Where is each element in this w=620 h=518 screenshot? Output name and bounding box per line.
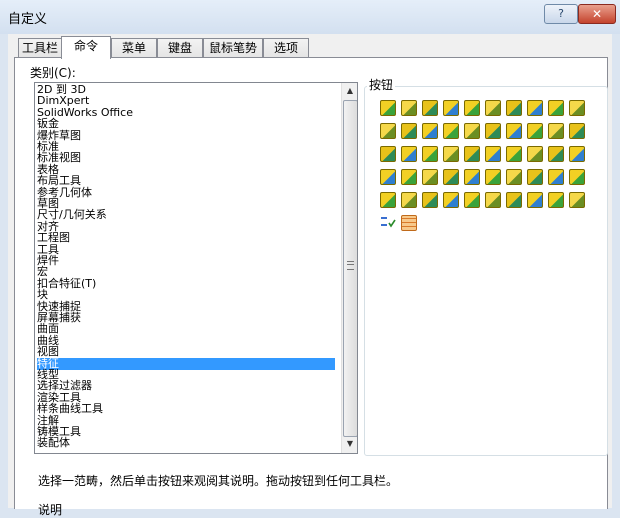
replace-face-icon[interactable] [527,192,543,208]
radiate-icon[interactable] [443,192,459,208]
table-driven-pattern-icon[interactable] [422,169,438,185]
move-copy-icon[interactable] [506,192,522,208]
lofted-cut-icon[interactable] [569,100,585,116]
category-item[interactable]: 工具 [37,243,335,256]
help-button[interactable]: ? [544,4,578,24]
category-item[interactable]: 注解 [37,414,335,427]
indent-icon[interactable] [422,146,438,162]
close-button[interactable]: ✕ [578,4,616,24]
category-item[interactable]: 工程图 [37,232,335,244]
freeform-icon[interactable] [548,123,564,139]
lofted-boss-icon[interactable] [443,100,459,116]
3d-grid-icon[interactable] [401,215,417,231]
category-item[interactable]: 对齐 [37,220,335,233]
chamfer-icon[interactable] [485,169,501,185]
wrap-icon[interactable] [506,123,522,139]
intersect-icon[interactable] [380,146,396,162]
reference-point-icon[interactable] [569,192,585,208]
curve-driven-pattern-icon[interactable] [380,169,396,185]
tab-keyboard[interactable]: 键盘 [157,38,203,58]
offset-icon[interactable] [422,192,438,208]
linear-pattern-icon[interactable] [422,123,438,139]
description-label: 说明 [38,503,63,517]
category-item[interactable]: 爆炸草图 [37,129,335,142]
tab-mouse-gestures[interactable]: 鼠标笔势 [203,38,263,58]
hint-text: 选择一范畴，然后单击按钮来观阅其说明。拖动按钮到任何工具栏。 [38,474,399,488]
flex-icon[interactable] [569,123,585,139]
sketch-driven-pattern-icon[interactable] [401,169,417,185]
swept-cut-icon[interactable] [548,100,564,116]
revolved-boss-icon[interactable] [401,100,417,116]
mirror-icon[interactable] [485,146,501,162]
split-icon[interactable] [485,192,501,208]
category-item[interactable]: 曲线 [37,334,335,347]
move-face-icon[interactable] [569,146,585,162]
split-line-icon[interactable] [506,146,522,162]
category-item[interactable]: 曲面 [37,323,335,335]
combine-bodies-icon[interactable] [464,192,480,208]
fillet-icon[interactable] [401,123,417,139]
delete-body-icon[interactable] [527,169,543,185]
category-listbox[interactable]: 2D 到 3D DimXpert SolidWorks Office 钣金 爆炸草图 标准… [34,82,358,454]
dome-icon[interactable] [527,123,543,139]
category-item[interactable]: 表格 [37,163,335,176]
deform-icon[interactable] [401,146,417,162]
category-scrollbar[interactable]: ▲ ▼ [341,83,357,453]
surface-pattern-icon[interactable] [380,192,396,208]
category-item[interactable]: 参考几何体 [37,186,335,199]
category-item[interactable]: 标准视图 [37,152,335,164]
boundary-cut-icon[interactable] [380,123,396,139]
scroll-down-icon[interactable]: ▼ [342,436,357,452]
rib-icon[interactable] [443,123,459,139]
draft-icon[interactable] [464,123,480,139]
hole-wizard-icon[interactable] [506,100,522,116]
combine-icon[interactable] [548,146,564,162]
category-item[interactable]: 视图 [37,346,335,358]
window-title: 自定义 [8,12,48,27]
circular-pattern-icon[interactable] [527,146,543,162]
category-item[interactable]: 扣合特征(T) [37,277,335,290]
tab-toolbars[interactable]: 工具栏 [18,38,62,58]
scroll-up-icon[interactable]: ▲ [342,83,357,99]
boundary-boss-icon[interactable] [464,100,480,116]
fill-pattern-icon[interactable] [443,169,459,185]
equations-icon[interactable] [380,215,396,231]
category-item[interactable]: 装配体 [37,437,335,449]
category-item[interactable]: 铸模工具 [37,426,335,438]
curve-through-points-icon[interactable] [569,169,585,185]
cosmetic-thread-icon[interactable] [548,169,564,185]
scroll-thumb[interactable] [343,100,357,437]
category-item[interactable]: 尺寸/几何关系 [37,209,335,221]
category-item[interactable]: 快速捕捉 [37,300,335,313]
shell-icon[interactable] [485,123,501,139]
tab-menus[interactable]: 菜单 [111,38,157,58]
title-bar: 自定义 ? ✕ [0,0,620,34]
extruded-boss-icon[interactable] [380,100,396,116]
category-item[interactable]: 块 [37,289,335,301]
category-item[interactable]: 钣金 [37,118,335,130]
knit-icon[interactable] [401,192,417,208]
category-item[interactable]: 标准 [37,141,335,153]
category-item[interactable]: 焊件 [37,255,335,267]
thicken-icon[interactable] [443,146,459,162]
intersection-curve-icon[interactable] [548,192,564,208]
variable-pattern-icon[interactable] [464,169,480,185]
buttons-group [364,86,608,456]
category-item[interactable]: SolidWorks Office [37,106,335,119]
tab-commands[interactable]: 命令 [61,36,111,59]
dialog-body: 工具栏 命令 菜单 键盘 鼠标笔势 选项 类别(C): 2D 到 3D DimXp… [8,34,612,517]
category-item[interactable]: 样条曲线工具 [37,403,335,415]
category-item[interactable]: 屏幕捕获 [37,312,335,324]
category-item[interactable]: 选择过滤器 [37,380,335,392]
tab-options[interactable]: 选项 [263,38,309,58]
buttons-label: 按钮 [367,76,396,93]
swept-boss-icon[interactable] [422,100,438,116]
category-item[interactable]: 特征 [37,357,335,370]
shape-icon[interactable] [464,146,480,162]
scale-icon[interactable] [506,169,522,185]
revolved-cut-icon[interactable] [527,100,543,116]
category-label: 类别(C): [30,66,76,80]
extruded-cut-icon[interactable] [485,100,501,116]
